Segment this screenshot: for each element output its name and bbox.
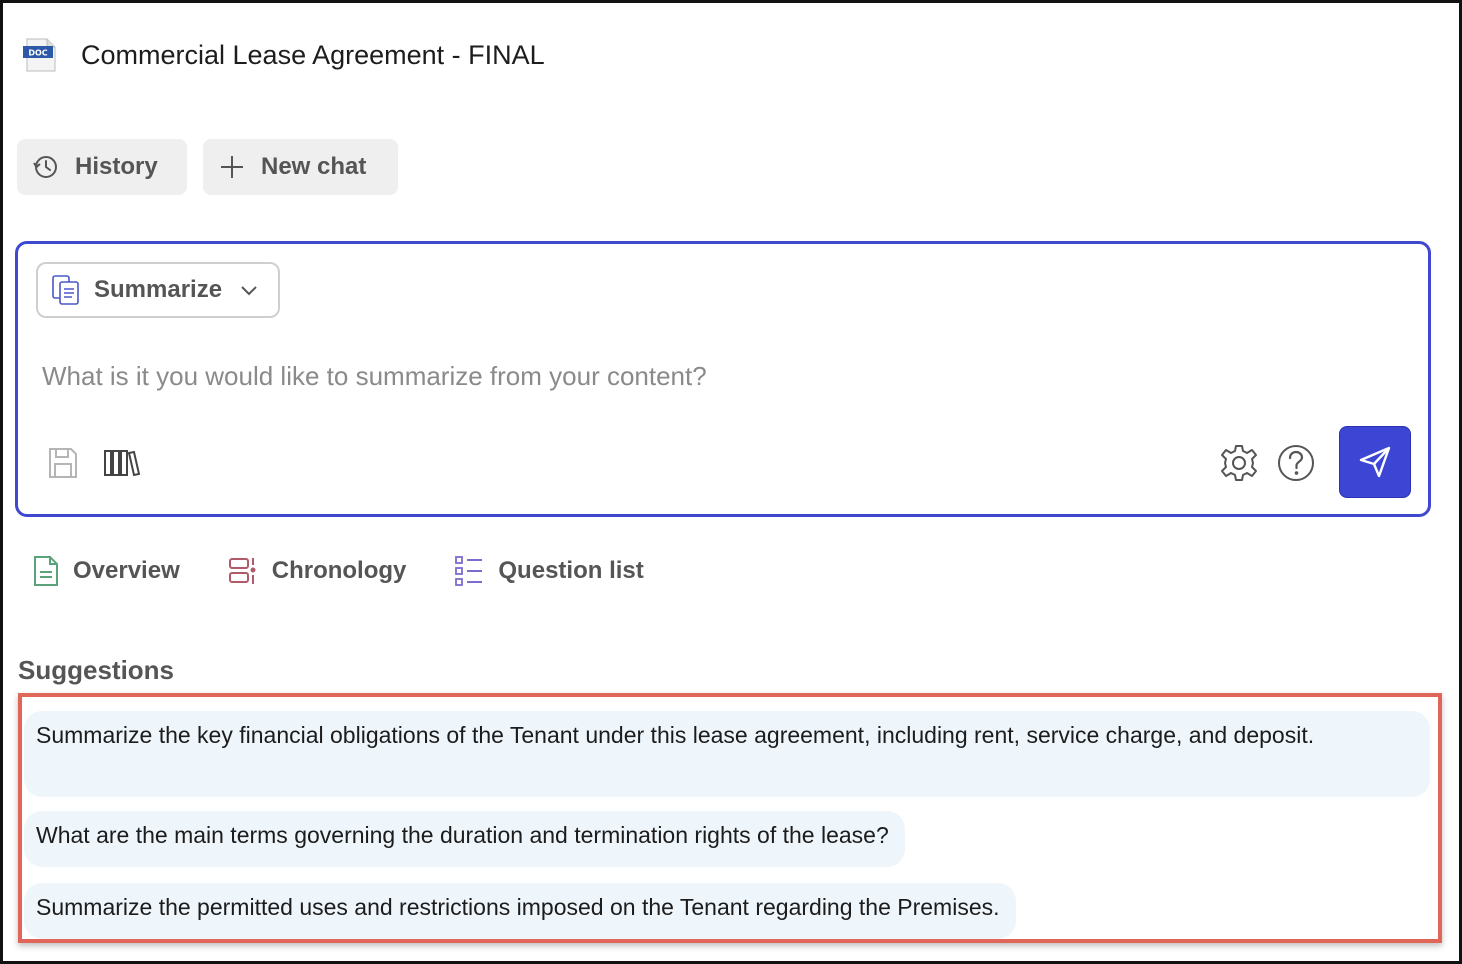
suggestion-item[interactable]: Summarize the permitted uses and restric… xyxy=(24,883,1016,939)
suggestion-item[interactable]: Summarize the key financial obligations … xyxy=(24,711,1430,797)
document-icon xyxy=(34,556,58,586)
prompt-composer: Summarize xyxy=(15,241,1431,517)
new-chat-label: New chat xyxy=(261,153,367,180)
tab-question-list-label: Question list xyxy=(498,557,644,584)
mode-label: Summarize xyxy=(94,276,223,303)
tab-overview[interactable]: Overview xyxy=(33,555,180,587)
document-title: Commercial Lease Agreement - FINAL xyxy=(81,39,545,70)
summarize-doc-icon xyxy=(52,275,79,305)
help-button[interactable] xyxy=(1275,442,1317,484)
plus-icon xyxy=(221,156,243,178)
save-icon xyxy=(49,448,77,478)
tab-chronology[interactable]: Chronology xyxy=(228,556,407,586)
document-header: DOC Commercial Lease Agreement - FINAL xyxy=(21,37,545,73)
tab-chronology-label: Chronology xyxy=(271,557,407,584)
save-prompt-button[interactable] xyxy=(46,444,80,482)
library-icon xyxy=(104,450,141,477)
gear-icon xyxy=(1221,445,1257,481)
history-label: History xyxy=(75,153,158,180)
tab-overview-label: Overview xyxy=(73,557,180,584)
suggestions-list: Summarize the key financial obligations … xyxy=(18,693,1442,943)
svg-text:DOC: DOC xyxy=(28,49,47,58)
settings-button[interactable] xyxy=(1218,442,1260,484)
prompt-library-button[interactable] xyxy=(102,444,142,482)
suggestions-heading: Suggestions xyxy=(18,655,175,685)
tab-question-list[interactable]: Question list xyxy=(454,555,644,587)
mode-dropdown[interactable]: Summarize xyxy=(36,262,280,318)
question-circle-icon xyxy=(1278,445,1314,481)
send-button[interactable] xyxy=(1339,426,1411,498)
chevron-down-icon xyxy=(241,286,257,296)
suggestion-item[interactable]: What are the main terms governing the du… xyxy=(24,811,905,867)
new-chat-button[interactable]: New chat xyxy=(203,139,398,195)
checklist-icon xyxy=(455,556,483,586)
history-button[interactable]: History xyxy=(17,139,187,195)
app-window: DOC Commercial Lease Agreement - FINAL H… xyxy=(0,0,1462,964)
prompt-input[interactable] xyxy=(42,354,1402,398)
doc-file-icon: DOC xyxy=(21,37,57,73)
history-icon xyxy=(33,156,57,178)
timeline-icon xyxy=(228,558,256,584)
send-icon xyxy=(1359,446,1391,478)
quick-actions-tabs: Overview Chronology Question list xyxy=(33,555,692,587)
